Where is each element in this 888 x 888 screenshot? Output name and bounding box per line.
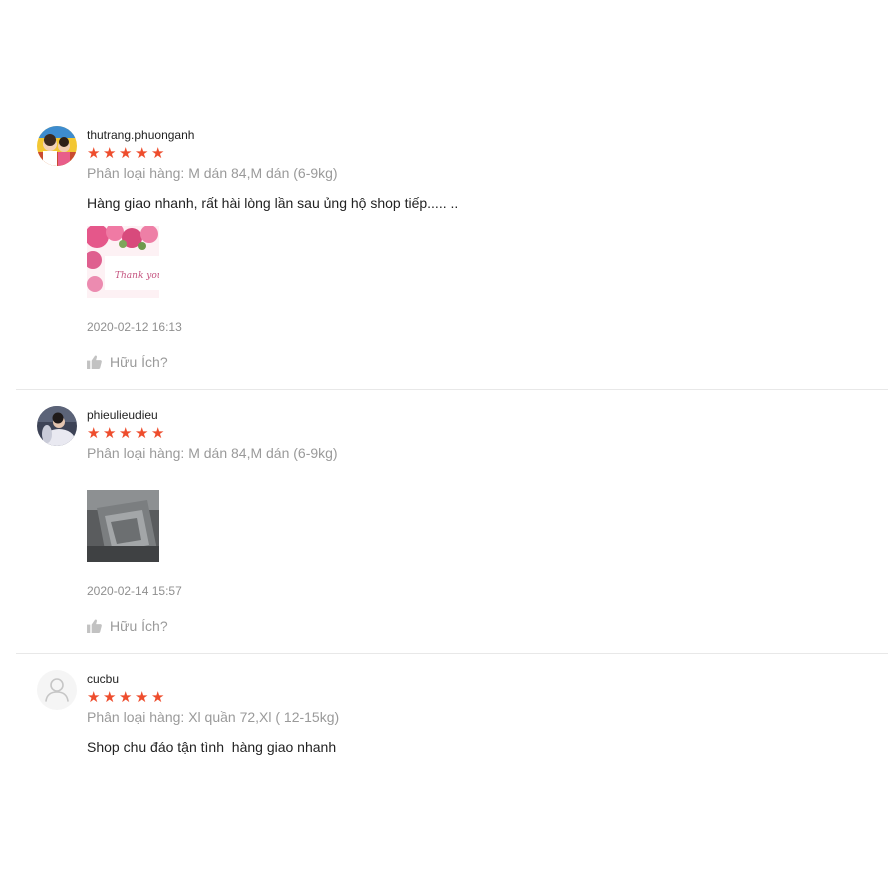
star-rating: ★ ★ ★ ★ ★ — [87, 146, 164, 162]
review-variation: Phân loại hàng: Xl quần 72,Xl ( 12-15kg) — [87, 709, 340, 725]
star-icon: ★ — [151, 145, 165, 162]
thumbs-up-icon — [87, 355, 102, 369]
star-icon: ★ — [103, 425, 117, 442]
default-user-icon — [45, 678, 69, 702]
thank-you-card-image: Thank you — [87, 226, 159, 298]
product-photo-image — [87, 490, 159, 562]
helpful-button[interactable]: Hữu Ích? — [87, 354, 168, 370]
user-avatar[interactable] — [37, 670, 77, 710]
helpful-label: Hữu Ích? — [110, 618, 168, 634]
star-icon: ★ — [135, 145, 149, 162]
review-image[interactable] — [87, 490, 159, 562]
star-rating: ★ ★ ★ ★ ★ — [87, 690, 164, 706]
review-author[interactable]: cucbu — [87, 672, 119, 686]
review-item: phieulieudieu ★ ★ ★ ★ ★ Phân loại hàng: … — [16, 406, 888, 654]
review-variation: Phân loại hàng: M dán 84,M dán (6-9kg) — [87, 445, 338, 461]
star-icon: ★ — [87, 425, 101, 442]
star-icon: ★ — [151, 425, 165, 442]
star-icon: ★ — [135, 689, 149, 706]
star-icon: ★ — [151, 689, 165, 706]
star-icon: ★ — [103, 145, 117, 162]
review-item: cucbu ★ ★ ★ ★ ★ Phân loại hàng: Xl quần … — [16, 670, 888, 770]
avatar-photo — [37, 126, 77, 166]
review-author[interactable]: thutrang.phuonganh — [87, 128, 194, 142]
star-icon: ★ — [87, 689, 101, 706]
helpful-button[interactable]: Hữu Ích? — [87, 618, 168, 634]
avatar-photo — [37, 406, 77, 446]
review-item: thutrang.phuonganh ★ ★ ★ ★ ★ Phân loại h… — [16, 126, 888, 390]
user-avatar[interactable] — [37, 126, 77, 166]
star-icon: ★ — [119, 425, 133, 442]
star-icon: ★ — [87, 145, 101, 162]
card-script-text: Thank you — [115, 271, 159, 281]
review-comment: Hàng giao nhanh, rất hài lòng lần sau ủn… — [87, 195, 459, 211]
review-author[interactable]: phieulieudieu — [87, 408, 158, 422]
review-image[interactable]: Thank you — [87, 226, 159, 298]
star-icon: ★ — [103, 689, 117, 706]
review-comment: Shop chu đáo tận tình hàng giao nhanh — [87, 739, 337, 755]
review-timestamp: 2020-02-12 16:13 — [87, 320, 182, 334]
helpful-label: Hữu Ích? — [110, 354, 168, 370]
review-timestamp: 2020-02-14 15:57 — [87, 584, 182, 598]
user-avatar[interactable] — [37, 406, 77, 446]
review-variation: Phân loại hàng: M dán 84,M dán (6-9kg) — [87, 165, 338, 181]
star-rating: ★ ★ ★ ★ ★ — [87, 426, 164, 442]
star-icon: ★ — [119, 689, 133, 706]
star-icon: ★ — [135, 425, 149, 442]
star-icon: ★ — [119, 145, 133, 162]
thumbs-up-icon — [87, 619, 102, 633]
